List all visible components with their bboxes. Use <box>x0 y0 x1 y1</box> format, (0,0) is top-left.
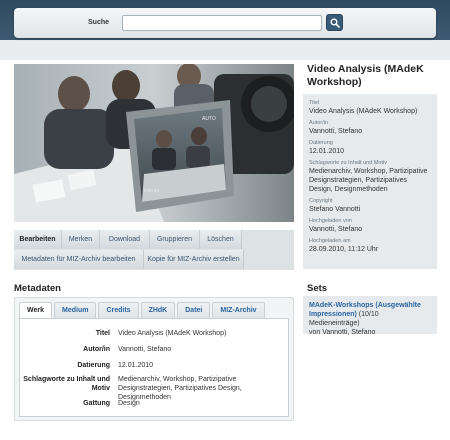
meta-value: Video Analysis (MAdeK Workshop) <box>309 108 418 115</box>
meta-label: Hochgeladen am <box>309 238 351 244</box>
download-button[interactable]: Download <box>100 230 150 249</box>
edit-button[interactable]: Bearbeiten <box>14 230 62 249</box>
tab-credits[interactable]: Credits <box>98 302 139 318</box>
remember-button[interactable]: Merken <box>62 230 100 249</box>
group-button[interactable]: Gruppieren <box>150 230 200 249</box>
metadata-panel: Werk Medium Credits ZHdK Datei MIZ-Archi… <box>14 297 294 421</box>
row-key: Schlagworte zu Inhalt und Motiv <box>23 376 110 392</box>
meta-label: Hochgeladen von <box>309 218 352 224</box>
tab-datei[interactable]: Datei <box>177 302 211 318</box>
row-value: Medienarchiv, Workshop, Partizipative De… <box>118 376 242 401</box>
delete-button[interactable]: Löschen <box>200 230 242 249</box>
row-key: Datierung <box>77 362 110 369</box>
camera-osd-text: 0:00:44 <box>144 188 160 193</box>
copy-miz-button[interactable]: Kopie für MIZ-Archiv erstellen <box>144 250 244 269</box>
edit-miz-metadata-button[interactable]: Metadaten für MIZ-Archiv bearbeiten <box>14 250 144 269</box>
meta-label: Datierung <box>309 140 333 146</box>
tab-medium[interactable]: Medium <box>54 302 97 318</box>
search-input[interactable] <box>122 15 322 31</box>
metadata-tabs: Werk Medium Credits ZHdK Datei MIZ-Archi… <box>19 302 267 318</box>
summary-metadata-box: Titel Video Analysis (MAdeK Workshop) Au… <box>303 94 437 269</box>
row-value: Video Analysis (MAdeK Workshop) <box>118 330 227 337</box>
meta-label: Titel <box>309 100 320 106</box>
meta-label: Autor/in <box>309 120 328 126</box>
search-label: Suche <box>88 19 110 26</box>
row-key: Autor/in <box>83 346 110 353</box>
sets-heading: Sets <box>307 283 328 294</box>
camera-osd-text: AUTO <box>202 116 216 122</box>
page-title: Video Analysis (MAdeK Workshop) <box>307 63 424 88</box>
row-value: Design <box>118 400 140 407</box>
tab-miz-archiv[interactable]: MIZ-Archiv <box>212 302 265 318</box>
search-bar: Suche <box>14 8 436 38</box>
meta-value: 28.09.2010, 11:12 Uhr <box>309 246 379 253</box>
tab-zhdk[interactable]: ZHdK <box>140 302 176 318</box>
meta-label: Schlagworte zu Inhalt und Motiv <box>309 160 387 166</box>
sets-box: MAdeK-Workshops (Ausgewählte Impressione… <box>303 296 437 336</box>
keywords-links[interactable]: Medienarchiv, Workshop, Partizipative De… <box>309 167 431 194</box>
row-key: Titel <box>95 330 110 337</box>
search-icon <box>330 18 340 28</box>
meta-value: Stefano Vannotti <box>309 206 361 213</box>
metadata-heading: Metadaten <box>14 283 61 294</box>
metadata-table: Titel Video Analysis (MAdeK Workshop) Au… <box>19 318 289 417</box>
row-key: Gattung <box>83 400 110 407</box>
tab-werk[interactable]: Werk <box>19 302 52 318</box>
meta-value: 12.01.2010 <box>309 148 345 155</box>
action-toolbar: Bearbeiten Merken Download Gruppieren Lö… <box>14 230 294 270</box>
media-photo: AUTO 0:00:44 <box>14 64 294 222</box>
row-value: 12.01.2010 <box>118 362 154 369</box>
meta-label: Copyright <box>309 198 333 204</box>
author-link[interactable]: Vannotti, Stefano <box>309 127 431 136</box>
set-owner: von Vannotti, Stefano <box>309 329 376 336</box>
media-preview-image[interactable]: AUTO 0:00:44 <box>14 64 294 222</box>
row-value: Vannotti, Stefano <box>118 346 172 353</box>
search-button[interactable] <box>326 14 343 31</box>
uploader-link[interactable]: Vannotti, Stefano <box>309 225 431 234</box>
